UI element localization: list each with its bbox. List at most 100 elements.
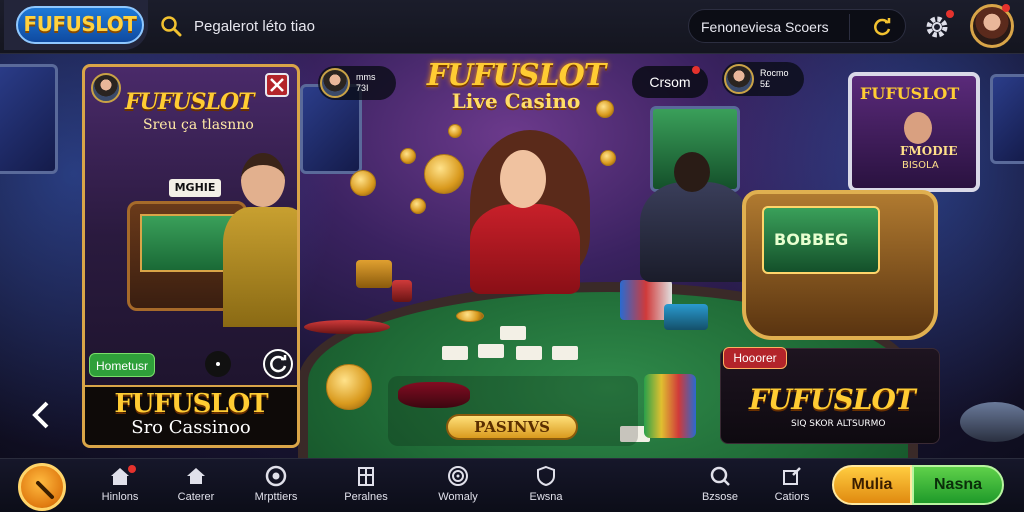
gold-coin: [350, 170, 376, 196]
top-bar: FUFUSLOT Pegalerot léto tiao Fenoneviesa…: [0, 0, 1024, 54]
slot-machine-text: BOBBEG: [774, 230, 849, 249]
settings-notification-dot: [946, 10, 954, 18]
edit-icon: [36, 481, 54, 499]
cta-button[interactable]: PASINVS: [446, 414, 578, 440]
nav-item-ewsna[interactable]: Ewsna: [506, 465, 586, 511]
promo-screen-right: FUFUSLOT FMODIE BISOLA: [848, 72, 980, 192]
nav-label: Womaly: [438, 491, 478, 503]
promo-screen-figure: [904, 112, 932, 144]
chip-stack: [392, 280, 412, 302]
player-chip-2[interactable]: Rocmo 5£: [722, 62, 804, 96]
building-icon: [358, 467, 374, 486]
nav-item-womaly[interactable]: Womaly: [418, 465, 498, 511]
nav-label: Peralnes: [344, 491, 388, 503]
promo-panel[interactable]: FUFUSLOT Sreu ça tlasnno MGHIE Hometusr …: [82, 64, 300, 448]
gold-coin: [448, 124, 462, 138]
slot-machine[interactable]: BOBBEG: [742, 190, 938, 340]
gold-coin: [456, 310, 484, 322]
nav-notification-dot: [128, 465, 136, 473]
secondary-search-field[interactable]: Fenoneviesa Scoers: [688, 9, 906, 43]
mulia-button[interactable]: Mulia: [832, 465, 912, 505]
promo-footer: FUFUSLOT Sro Cassinoo: [85, 385, 297, 445]
shield-icon: [537, 465, 555, 487]
bottom-nav: Hinlons Caterer Mrpttiers Peralnes Womal…: [0, 458, 1024, 512]
player-name: Rocmo: [760, 68, 789, 78]
record-dot: [216, 362, 220, 366]
promo-screen-line2: BISOLA: [902, 160, 939, 171]
logo-container: FUFUSLOT: [4, 0, 148, 50]
app-root: FUFUSLOT Pegalerot léto tiao Fenoneviesa…: [0, 0, 1024, 512]
search-icon: [710, 466, 730, 486]
promo-avatar: [91, 73, 121, 103]
dealer-face: [500, 150, 546, 208]
close-glyph: [270, 78, 284, 92]
promo-badge[interactable]: Hometusr: [89, 353, 156, 377]
stool: [960, 402, 1024, 442]
promo-machine-label: MGHIE: [169, 179, 221, 197]
divider: [849, 14, 850, 40]
gold-coin: [410, 198, 426, 214]
brand-card[interactable]: Hooorer FUFUSLOT SIQ SKOR ALTSURMO: [720, 347, 940, 444]
player-score: 5£: [760, 79, 771, 89]
player-avatar: [320, 68, 350, 98]
seated-player-head: [674, 152, 710, 192]
nav-item-catiors[interactable]: Catiors: [752, 465, 832, 511]
center-logo-title: FUFUSLOT: [426, 58, 606, 93]
edit-icon: [783, 467, 801, 485]
nasna-button[interactable]: Nasna: [912, 465, 1004, 505]
promo-title: FUFUSLOT: [125, 89, 255, 115]
nav-item-hinlons[interactable]: Hinlons: [80, 465, 160, 511]
chip-stack: [304, 320, 390, 334]
gold-coin: [424, 154, 464, 194]
seated-player: [640, 182, 750, 282]
promo-screen-line1: FMODIE: [900, 144, 958, 158]
wall-screen-far-right: [990, 74, 1024, 164]
chip-stack: [356, 260, 392, 288]
nav-label: Ewsna: [529, 491, 563, 503]
refresh-icon[interactable]: [871, 16, 893, 38]
search-placeholder: Pegalerot léto tiao: [194, 17, 315, 35]
player-info: mms 73I: [356, 72, 376, 94]
gold-coin: [326, 364, 372, 410]
brand-logo[interactable]: FUFUSLOT: [16, 6, 144, 44]
casino-pill-notification-dot: [692, 66, 700, 74]
promo-character-head: [241, 153, 285, 207]
playing-card: [500, 326, 526, 340]
player-info: Rocmo 5£: [760, 68, 789, 90]
nav-label: Mrpttiers: [254, 491, 298, 503]
brand-card-title: FUFUSLOT: [749, 383, 916, 416]
promo-character-body: [223, 207, 297, 327]
nav-item-peralnes[interactable]: Peralnes: [326, 465, 406, 511]
nav-label: Bzsose: [701, 491, 739, 503]
record-button[interactable]: [205, 351, 231, 377]
nav-item-mrpttiers[interactable]: Mrpttiers: [236, 465, 316, 511]
promo-screen-title: FUFUSLOT: [860, 84, 960, 103]
player-score: 73I: [356, 83, 369, 93]
main-action-button[interactable]: [18, 463, 66, 511]
nav-label: Caterer: [177, 491, 215, 503]
dealer-body: [470, 204, 580, 294]
avatar-notification-dot: [1002, 4, 1010, 12]
center-brand-logo: FUFUSLOT Live Casino: [418, 58, 614, 122]
player-chip-1[interactable]: mms 73I: [318, 66, 396, 100]
brand-card-subtitle: SIQ SKOR ALTSURMO: [791, 419, 886, 429]
search-icon: [161, 16, 182, 37]
gold-coin: [400, 148, 416, 164]
wall-screen-left: [0, 64, 58, 174]
refresh-icon[interactable]: [263, 349, 293, 379]
slot-screen: [140, 214, 236, 272]
gold-coin: [600, 150, 616, 166]
close-icon[interactable]: [265, 73, 289, 97]
brand-card-tag: Hooorer: [723, 347, 787, 369]
playing-card: [516, 346, 542, 360]
search-bar[interactable]: Pegalerot léto tiao: [160, 12, 380, 40]
promo-footer-subtitle: Sro Cassinoo: [131, 417, 251, 438]
nav-item-caterer[interactable]: Caterer: [156, 465, 236, 511]
casino-scene: FUFUSLOT Live Casino mms 73I Crsom Rocmo…: [0, 54, 1024, 458]
nav-label: Catiors: [774, 491, 810, 503]
chip-stack: [664, 304, 708, 330]
casino-chip-icon: [265, 465, 287, 487]
chevron-left-icon[interactable]: [30, 400, 52, 430]
promo-subtitle: Sreu ça tlasnno: [143, 117, 254, 133]
nav-item-bzsose[interactable]: Bzsose: [680, 465, 760, 511]
